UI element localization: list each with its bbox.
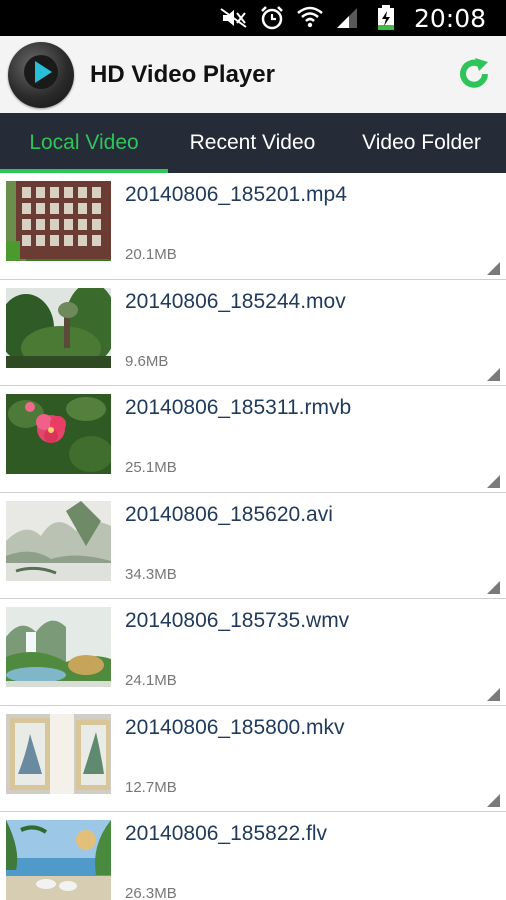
mute-icon [220, 5, 248, 31]
tab-recent-video[interactable]: Recent Video [168, 113, 337, 173]
video-file-size: 26.3MB [125, 885, 177, 900]
wifi-icon [296, 5, 324, 31]
video-thumbnail [6, 394, 111, 474]
alarm-icon [258, 5, 286, 31]
list-item[interactable]: 20140806_185800.mkv 12.7MB [0, 705, 506, 812]
refresh-icon [456, 56, 492, 97]
video-thumbnail [6, 500, 111, 581]
list-item[interactable]: 20140806_185311.rmvb 25.1MB [0, 386, 506, 493]
video-thumbnail [6, 607, 111, 687]
tab-bar: Local Video Recent Video Video Folder [0, 113, 506, 173]
video-file-name: 20140806_185201.mp4 [125, 183, 347, 206]
list-item[interactable]: 20140806_185822.flv 26.3MB [0, 812, 506, 900]
video-file-name: 20140806_185311.rmvb [125, 396, 352, 419]
video-file-name: 20140806_185244.mov [125, 289, 346, 313]
video-thumbnail [6, 713, 111, 794]
video-file-name: 20140806_185822.flv [125, 822, 328, 845]
video-file-size: 34.3MB [125, 565, 177, 583]
more-options-icon[interactable] [487, 474, 500, 488]
video-file-name: 20140806_185735.wmv [125, 609, 350, 632]
list-item[interactable]: 20140806_185620.avi 34.3MB [0, 492, 506, 599]
video-thumbnail [6, 287, 111, 368]
video-file-size: 12.7MB [125, 778, 177, 796]
battery-charging-icon [372, 5, 400, 31]
more-options-icon[interactable] [487, 794, 500, 807]
list-item[interactable]: 20140806_185735.wmv 24.1MB [0, 599, 506, 706]
more-options-icon[interactable] [487, 261, 500, 275]
more-options-icon[interactable] [487, 687, 500, 701]
status-bar: 20:08 [0, 0, 506, 36]
play-icon [21, 52, 61, 97]
video-file-size: 24.1MB [125, 672, 177, 689]
app-title: HD Video Player [90, 60, 275, 88]
video-file-name: 20140806_185800.mkv [125, 715, 345, 739]
video-file-size: 25.1MB [125, 459, 177, 476]
video-file-size: 20.1MB [125, 246, 177, 263]
tab-video-folder[interactable]: Video Folder [337, 113, 506, 173]
refresh-button[interactable] [454, 56, 494, 96]
signal-icon [334, 5, 362, 31]
video-thumbnail [6, 181, 111, 261]
clock-time: 20:08 [413, 3, 486, 33]
more-options-icon[interactable] [487, 581, 500, 594]
video-thumbnail [6, 820, 111, 900]
tab-local-video[interactable]: Local Video [0, 113, 168, 173]
video-file-name: 20140806_185620.avi [125, 502, 333, 526]
video-list: 20140806_185201.mp4 20.1MB 20140806_1852… [0, 173, 506, 900]
list-item[interactable]: 20140806_185201.mp4 20.1MB [0, 173, 506, 280]
list-item[interactable]: 20140806_185244.mov 9.6MB [0, 279, 506, 386]
app-logo [8, 41, 74, 108]
video-file-size: 9.6MB [125, 352, 169, 370]
more-options-icon[interactable] [487, 368, 500, 381]
app-header: HD Video Player [0, 36, 506, 113]
